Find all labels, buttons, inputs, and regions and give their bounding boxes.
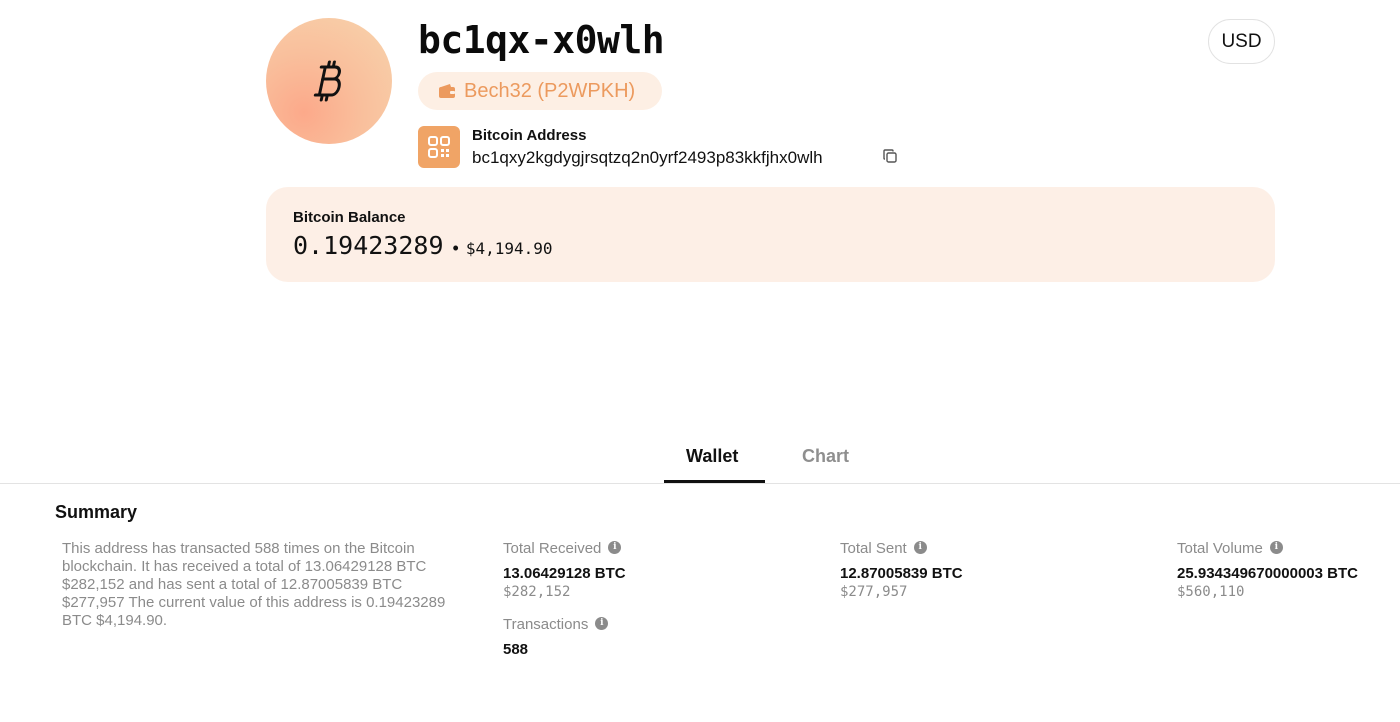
stat-label: Total Received <box>503 540 602 557</box>
bitcoin-icon <box>313 60 341 102</box>
wallet-icon <box>439 84 455 98</box>
address-title: bc1qx-x0wlh <box>418 18 665 62</box>
stat-total-received: Total Received i 13.06429128 BTC $282,15… <box>503 540 626 600</box>
stat-label: Transactions <box>503 616 589 633</box>
summary-title: Summary <box>55 502 138 522</box>
stat-value: 25.934349670000003 BTC <box>1177 565 1358 582</box>
tab-wallet[interactable]: Wallet <box>686 446 738 467</box>
info-icon[interactable]: i <box>595 616 609 630</box>
balance-separator: • <box>452 238 459 258</box>
info-icon[interactable]: i <box>608 540 622 554</box>
info-icon[interactable]: i <box>913 540 927 554</box>
info-icon[interactable]: i <box>1269 540 1283 554</box>
stat-usd: $277,957 <box>840 584 908 600</box>
address-page: bc1qx-x0wlh Bech32 (P2WPKH) Bitcoin Addr… <box>0 0 1400 722</box>
stat-label: Total Sent <box>840 540 907 557</box>
copy-address-button[interactable] <box>880 146 900 166</box>
address-type-badge: Bech32 (P2WPKH) <box>418 72 662 110</box>
balance-btc: 0.19423289 <box>293 231 444 260</box>
stat-label: Total Volume <box>1177 540 1263 557</box>
summary-text: This address has transacted 588 times on… <box>62 540 446 629</box>
address-label: Bitcoin Address <box>472 127 587 144</box>
stat-value: 12.87005839 BTC <box>840 565 963 582</box>
bitcoin-avatar <box>266 18 392 144</box>
qr-code-button[interactable] <box>418 126 460 168</box>
balance-label: Bitcoin Balance <box>293 209 406 226</box>
stat-usd: $282,152 <box>503 584 571 600</box>
balance-usd: $4,194.90 <box>465 239 553 258</box>
qr-code-icon <box>428 136 450 158</box>
address-full: bc1qxy2kgdygjrsqtzq2n0yrf2493p83kkfjhx0w… <box>472 148 823 167</box>
tab-chart[interactable]: Chart <box>802 446 849 467</box>
stat-value: 13.06429128 BTC <box>503 565 626 582</box>
stat-value: 588 <box>503 641 529 658</box>
copy-icon <box>883 149 897 163</box>
stat-transactions: Transactions i 588 <box>503 616 609 658</box>
stat-total-sent: Total Sent i 12.87005839 BTC $277,957 <box>840 540 963 600</box>
address-type-label: Bech32 (P2WPKH) <box>464 79 636 102</box>
stat-usd: $560,110 <box>1177 584 1245 600</box>
stat-total-volume: Total Volume i 25.934349670000003 BTC $5… <box>1177 540 1358 600</box>
balance-row: 0.19423289 • $4,194.90 <box>293 231 553 260</box>
currency-selector[interactable]: USD <box>1208 19 1275 64</box>
balance-card: Bitcoin Balance 0.19423289 • $4,194.90 <box>266 187 1275 282</box>
tabs-divider <box>0 483 1400 484</box>
